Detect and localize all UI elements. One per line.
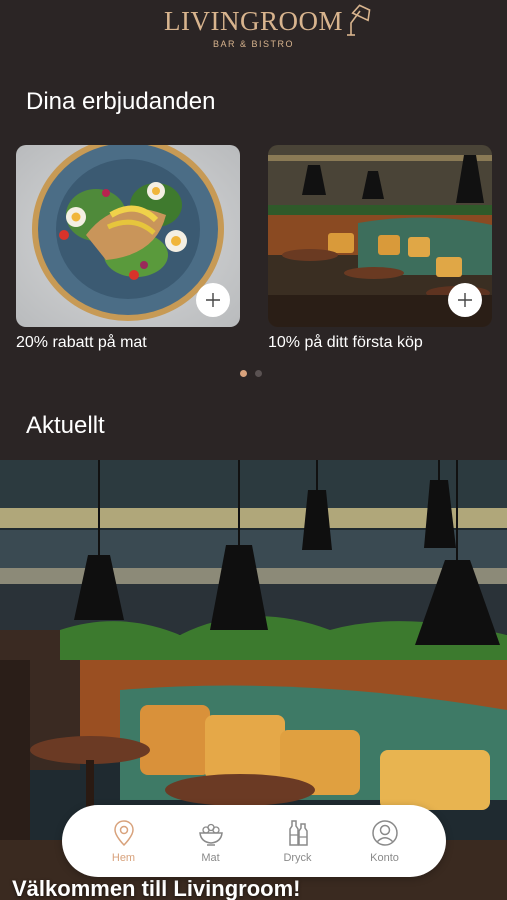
tab-label: Hem bbox=[111, 852, 136, 864]
offer-label: 10% på ditt första köp bbox=[268, 334, 423, 351]
lamp-icon bbox=[346, 4, 371, 36]
offer-label: 20% rabatt på mat bbox=[16, 334, 147, 351]
add-offer-button[interactable] bbox=[448, 283, 482, 317]
tab-label: Mat bbox=[201, 852, 220, 864]
tab-hem[interactable]: Hem bbox=[89, 818, 159, 864]
add-offer-button[interactable] bbox=[196, 283, 230, 317]
tab-konto[interactable]: Konto bbox=[350, 818, 420, 864]
location-pin-icon bbox=[113, 820, 134, 847]
logo-wordmark: LIVINGROOM bbox=[164, 4, 371, 36]
tab-dryck[interactable]: Dryck bbox=[263, 818, 333, 864]
tab-label: Dryck bbox=[283, 852, 312, 864]
offer-image-food bbox=[16, 145, 240, 327]
tab-mat[interactable]: Mat bbox=[176, 818, 246, 864]
logo-name: LIVINGROOM bbox=[164, 6, 343, 36]
news-caption: Välkommen till Livingroom! bbox=[12, 876, 301, 900]
news-title: Aktuellt bbox=[26, 412, 105, 439]
plus-icon bbox=[458, 293, 472, 307]
bottles-icon bbox=[288, 820, 308, 846]
bottom-tab-bar: Hem Mat Dryck Konto bbox=[62, 805, 446, 877]
logo-tagline: BAR & BISTRO bbox=[212, 39, 294, 49]
offers-title: Dina erbjudanden bbox=[26, 88, 216, 115]
offer-card-first-purchase[interactable]: 10% på ditt första köp bbox=[268, 145, 492, 352]
offer-card-food[interactable]: 20% rabatt på mat bbox=[16, 145, 240, 352]
carousel-pager bbox=[240, 370, 262, 377]
plus-icon bbox=[206, 293, 220, 307]
app-logo: LIVINGROOM BAR & BISTRO bbox=[0, 4, 507, 49]
pager-dot[interactable] bbox=[255, 370, 262, 377]
pager-dot-active[interactable] bbox=[240, 370, 247, 377]
tab-label: Konto bbox=[370, 852, 399, 864]
salad-bowl-icon bbox=[198, 823, 223, 846]
user-icon bbox=[371, 820, 398, 846]
offer-image-lounge bbox=[268, 145, 492, 327]
